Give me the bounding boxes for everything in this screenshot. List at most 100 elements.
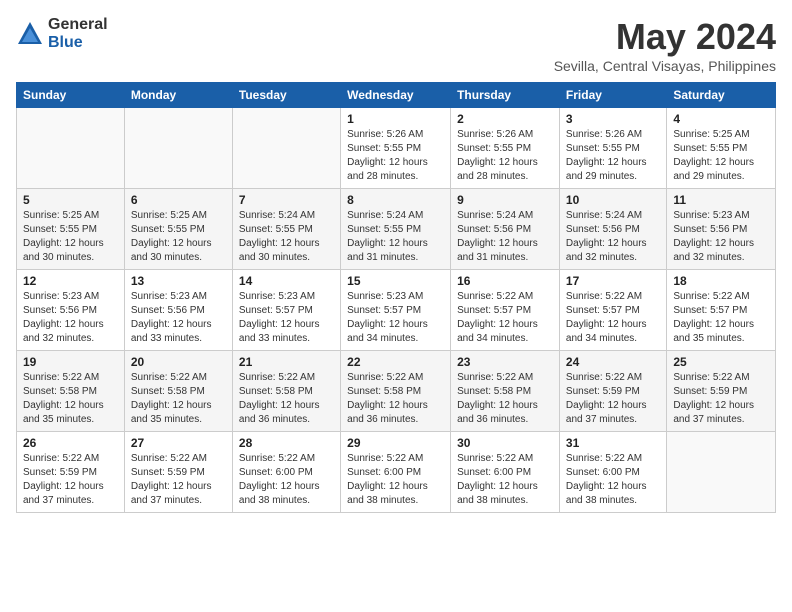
calendar-cell: 21Sunrise: 5:22 AM Sunset: 5:58 PM Dayli… (232, 351, 340, 432)
day-info: Sunrise: 5:23 AM Sunset: 5:56 PM Dayligh… (673, 209, 769, 265)
calendar-cell: 28 Sunrise: 5:22 AM Sunset: 6:00 PM Dayli… (232, 432, 340, 513)
day-number: 25 (673, 355, 769, 369)
day-info: Sunrise: 5:25 AM Sunset: 5:55 PM Dayligh… (673, 128, 769, 184)
calendar-cell: 26Sunrise: 5:22 AM Sunset: 5:59 PM Dayli… (17, 432, 125, 513)
logo-icon (16, 20, 44, 48)
day-number: 11 (673, 193, 769, 207)
day-number: 10 (566, 193, 660, 207)
day-number: 23 (457, 355, 553, 369)
calendar-cell (667, 432, 776, 513)
calendar-header-row: SundayMondayTuesdayWednesdayThursdayFrid… (17, 83, 776, 108)
calendar-cell: 12 Sunrise: 5:23 AM Sunset: 5:56 PM Dayli… (17, 270, 125, 351)
calendar-cell (124, 108, 232, 189)
day-info: Sunrise: 5:26 AM Sunset: 5:55 PM Dayligh… (347, 128, 444, 184)
day-info: Sunrise: 5:24 AM Sunset: 5:55 PM Dayligh… (239, 209, 334, 265)
day-number: 27 (131, 436, 226, 450)
logo-blue-text: Blue (48, 34, 108, 52)
logo-text: General Blue (48, 16, 108, 51)
header-thursday: Thursday (451, 83, 560, 108)
calendar-cell: 1 Sunrise: 5:26 AM Sunset: 5:55 PM Daylig… (341, 108, 451, 189)
calendar-cell: 16Sunrise: 5:22 AM Sunset: 5:57 PM Dayli… (451, 270, 560, 351)
calendar-cell: 14 Sunrise: 5:23 AM Sunset: 5:57 PM Dayli… (232, 270, 340, 351)
calendar-cell: 29 Sunrise: 5:22 AM Sunset: 6:00 PM Dayli… (341, 432, 451, 513)
header-monday: Monday (124, 83, 232, 108)
calendar-cell: 20Sunrise: 5:22 AM Sunset: 5:58 PM Dayli… (124, 351, 232, 432)
day-number: 6 (131, 193, 226, 207)
day-number: 7 (239, 193, 334, 207)
day-info: Sunrise: 5:26 AM Sunset: 5:55 PM Dayligh… (566, 128, 660, 184)
day-number: 22 (347, 355, 444, 369)
day-info: Sunrise: 5:22 AM Sunset: 5:57 PM Dayligh… (673, 290, 769, 346)
day-number: 30 (457, 436, 553, 450)
day-number: 18 (673, 274, 769, 288)
title-block: May 2024 Sevilla, Central Visayas, Phili… (554, 16, 776, 74)
calendar-cell (232, 108, 340, 189)
day-info: Sunrise: 5:23 AM Sunset: 5:57 PM Dayligh… (347, 290, 444, 346)
calendar-cell: 22 Sunrise: 5:22 AM Sunset: 5:58 PM Dayli… (341, 351, 451, 432)
calendar-week-row: 1 Sunrise: 5:26 AM Sunset: 5:55 PM Daylig… (17, 108, 776, 189)
day-info: Sunrise: 5:22 AM Sunset: 5:58 PM Dayligh… (347, 371, 444, 427)
header-sunday: Sunday (17, 83, 125, 108)
calendar-cell: 25 Sunrise: 5:22 AM Sunset: 5:59 PM Dayli… (667, 351, 776, 432)
day-number: 12 (23, 274, 118, 288)
calendar-cell (17, 108, 125, 189)
day-number: 15 (347, 274, 444, 288)
calendar-cell: 23 Sunrise: 5:22 AM Sunset: 5:58 PM Dayli… (451, 351, 560, 432)
day-number: 4 (673, 112, 769, 126)
calendar-cell: 17Sunrise: 5:22 AM Sunset: 5:57 PM Dayli… (559, 270, 666, 351)
day-info: Sunrise: 5:22 AM Sunset: 5:59 PM Dayligh… (131, 452, 226, 508)
calendar-cell: 11 Sunrise: 5:23 AM Sunset: 5:56 PM Dayli… (667, 189, 776, 270)
calendar-week-row: 26 Sunrise: 5:22 AM Sunset: 5:59 PM Dayli… (17, 432, 776, 513)
day-info: Sunrise: 5:26 AM Sunset: 5:55 PM Dayligh… (457, 128, 553, 184)
header-wednesday: Wednesday (341, 83, 451, 108)
day-number: 20 (131, 355, 226, 369)
day-number: 9 (457, 193, 553, 207)
header-friday: Friday (559, 83, 666, 108)
day-info: Sunrise: 5:25 AM Sunset: 5:55 PM Dayligh… (23, 209, 118, 265)
day-info: Sunrise: 5:22 AM Sunset: 5:59 PM Dayligh… (566, 371, 660, 427)
day-info: Sunrise: 5:22 AM Sunset: 5:57 PM Dayligh… (457, 290, 553, 346)
calendar-cell: 30 Sunrise: 5:22 AM Sunset: 6:00 PM Dayli… (451, 432, 560, 513)
day-info: Sunrise: 5:22 AM Sunset: 6:00 PM Dayligh… (239, 452, 334, 508)
location-title: Sevilla, Central Visayas, Philippines (554, 58, 776, 74)
day-info: Sunrise: 5:22 AM Sunset: 6:00 PM Dayligh… (457, 452, 553, 508)
day-info: Sunrise: 5:22 AM Sunset: 6:00 PM Dayligh… (347, 452, 444, 508)
calendar-cell: 19Sunrise: 5:22 AM Sunset: 5:58 PM Dayli… (17, 351, 125, 432)
day-info: Sunrise: 5:22 AM Sunset: 5:59 PM Dayligh… (673, 371, 769, 427)
day-info: Sunrise: 5:22 AM Sunset: 5:58 PM Dayligh… (457, 371, 553, 427)
calendar-cell: 31 Sunrise: 5:22 AM Sunset: 6:00 PM Dayli… (559, 432, 666, 513)
calendar-cell: 5Sunrise: 5:25 AM Sunset: 5:55 PM Daylig… (17, 189, 125, 270)
day-number: 19 (23, 355, 118, 369)
day-info: Sunrise: 5:24 AM Sunset: 5:56 PM Dayligh… (566, 209, 660, 265)
day-info: Sunrise: 5:23 AM Sunset: 5:56 PM Dayligh… (131, 290, 226, 346)
calendar-week-row: 19 Sunrise: 5:22 AM Sunset: 5:58 PM Dayli… (17, 351, 776, 432)
day-number: 21 (239, 355, 334, 369)
logo-general-text: General (48, 16, 108, 34)
calendar-cell: 7 Sunrise: 5:24 AM Sunset: 5:55 PM Daylig… (232, 189, 340, 270)
day-number: 29 (347, 436, 444, 450)
day-info: Sunrise: 5:25 AM Sunset: 5:55 PM Dayligh… (131, 209, 226, 265)
calendar-cell: 2Sunrise: 5:26 AM Sunset: 5:55 PM Daylig… (451, 108, 560, 189)
day-number: 1 (347, 112, 444, 126)
day-number: 28 (239, 436, 334, 450)
calendar-cell: 18 Sunrise: 5:22 AM Sunset: 5:57 PM Dayli… (667, 270, 776, 351)
day-number: 13 (131, 274, 226, 288)
calendar-cell: 10 Sunrise: 5:24 AM Sunset: 5:56 PM Dayli… (559, 189, 666, 270)
calendar-cell: 13 Sunrise: 5:23 AM Sunset: 5:56 PM Dayli… (124, 270, 232, 351)
day-number: 3 (566, 112, 660, 126)
day-number: 8 (347, 193, 444, 207)
day-number: 17 (566, 274, 660, 288)
calendar-cell: 4 Sunrise: 5:25 AM Sunset: 5:55 PM Daylig… (667, 108, 776, 189)
day-info: Sunrise: 5:23 AM Sunset: 5:56 PM Dayligh… (23, 290, 118, 346)
header-saturday: Saturday (667, 83, 776, 108)
day-info: Sunrise: 5:24 AM Sunset: 5:55 PM Dayligh… (347, 209, 444, 265)
day-info: Sunrise: 5:23 AM Sunset: 5:57 PM Dayligh… (239, 290, 334, 346)
day-info: Sunrise: 5:22 AM Sunset: 6:00 PM Dayligh… (566, 452, 660, 508)
calendar-cell: 3 Sunrise: 5:26 AM Sunset: 5:55 PM Daylig… (559, 108, 666, 189)
calendar-cell: 6 Sunrise: 5:25 AM Sunset: 5:55 PM Daylig… (124, 189, 232, 270)
calendar-cell: 27 Sunrise: 5:22 AM Sunset: 5:59 PM Dayli… (124, 432, 232, 513)
day-number: 14 (239, 274, 334, 288)
day-number: 26 (23, 436, 118, 450)
calendar-cell: 8 Sunrise: 5:24 AM Sunset: 5:55 PM Daylig… (341, 189, 451, 270)
day-number: 31 (566, 436, 660, 450)
